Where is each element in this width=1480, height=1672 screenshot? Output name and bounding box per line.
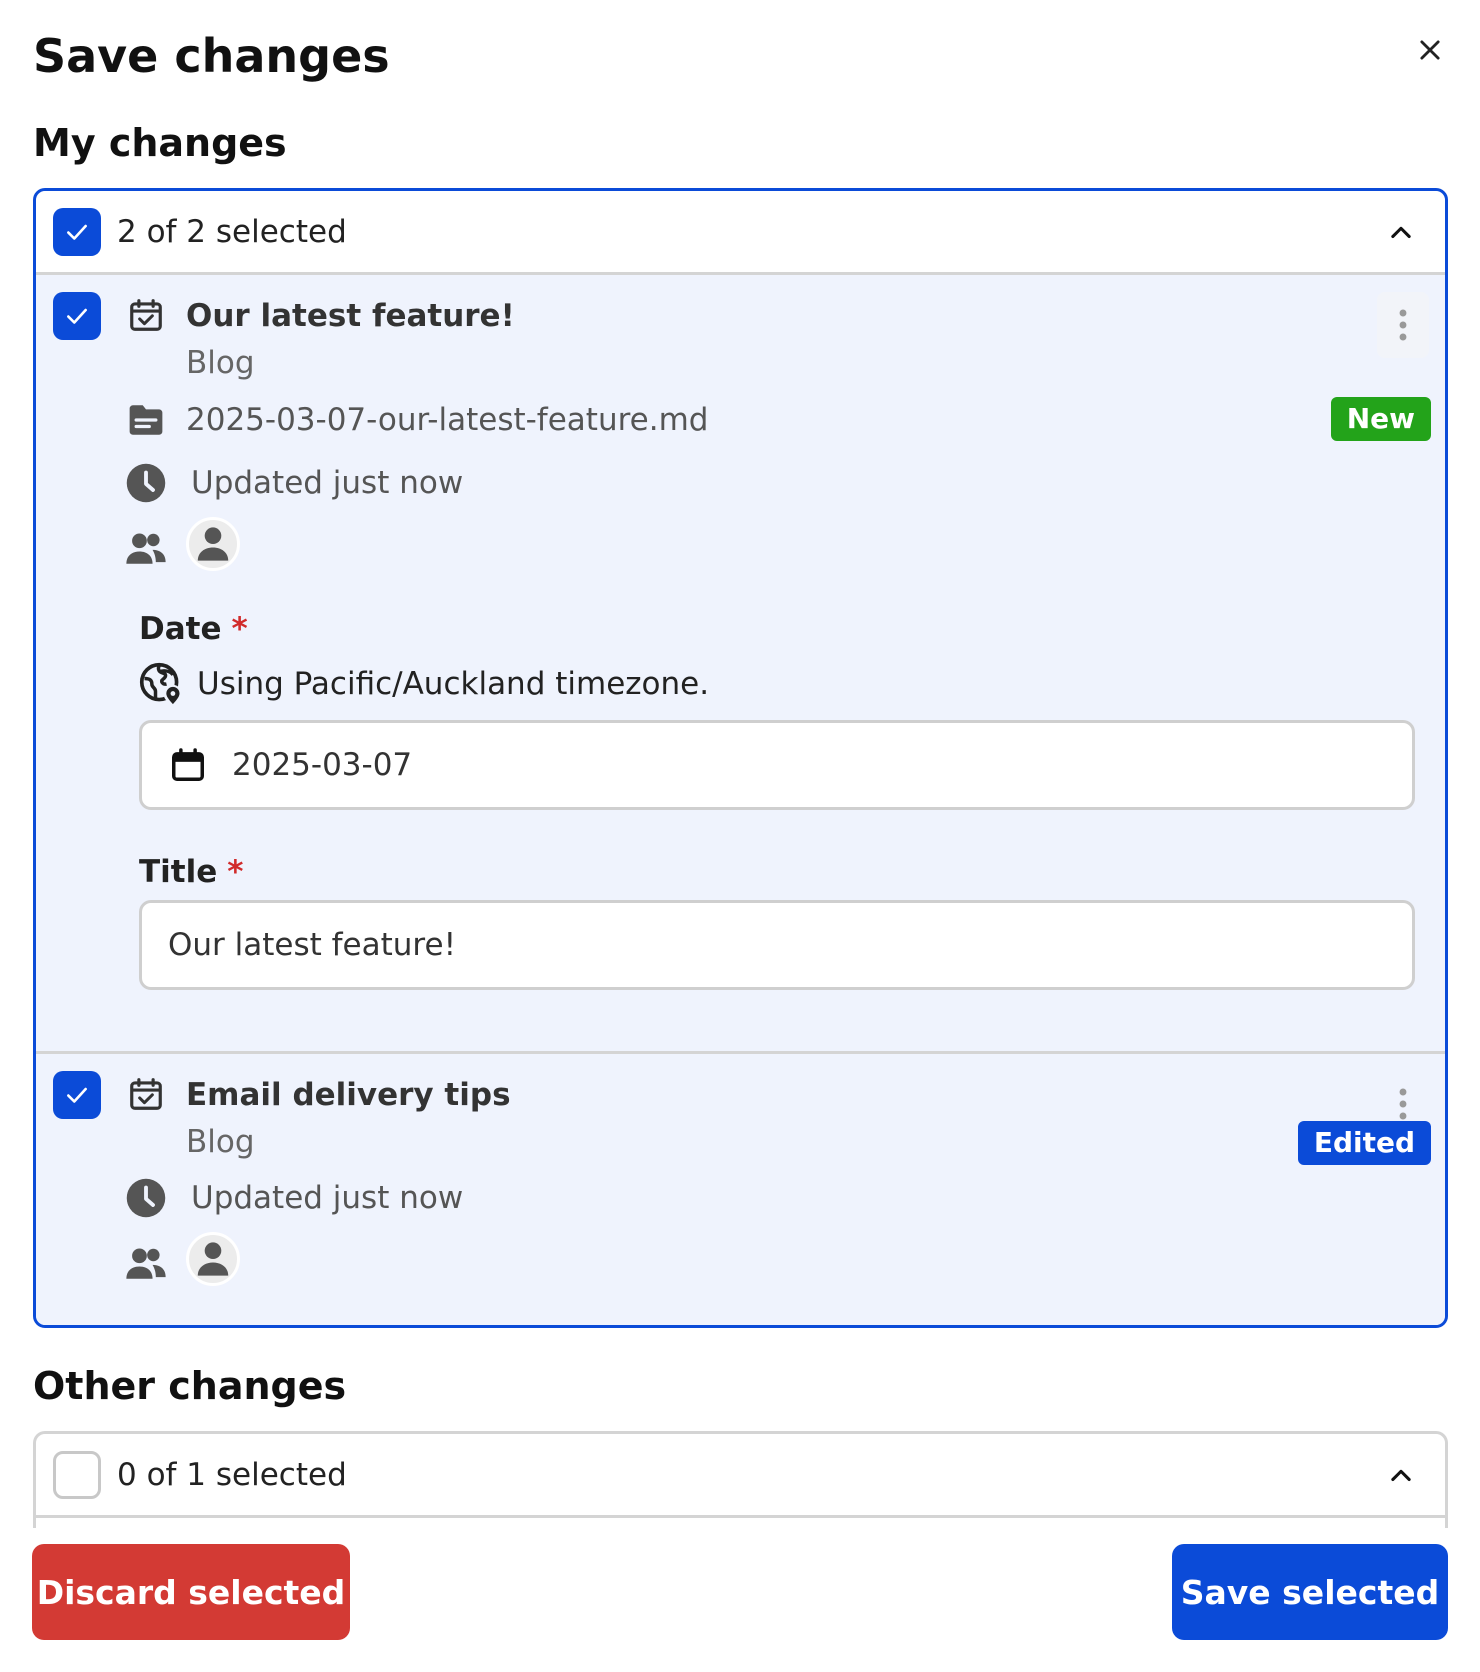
chevron-up-icon	[1391, 226, 1411, 239]
close-icon	[1420, 40, 1440, 60]
updated-text: Updated just now	[191, 465, 464, 501]
selection-count: 0 of 1 selected	[117, 1457, 347, 1493]
updated-text: Updated just now	[191, 1180, 464, 1216]
status-badge: New	[1330, 397, 1431, 441]
status-badge: Edited	[1297, 1121, 1431, 1165]
title-input[interactable]: Our latest feature!	[139, 900, 1415, 990]
date-input[interactable]: 2025-03-07	[139, 720, 1415, 810]
more-vertical-icon	[1399, 1088, 1407, 1120]
date-value: 2025-03-07	[232, 747, 413, 783]
chevron-up-icon	[1391, 1469, 1411, 1482]
title-label-text: Title	[139, 854, 218, 890]
dialog-title: Save changes	[33, 29, 390, 83]
item-title[interactable]: Our latest feature!	[186, 295, 515, 337]
contributors-icon	[124, 1242, 168, 1286]
collapse-toggle[interactable]	[1381, 1456, 1421, 1496]
select-all-checkbox[interactable]	[53, 208, 101, 256]
contributors-icon	[124, 527, 168, 571]
discard-selected-button[interactable]: Discard selected	[32, 1544, 350, 1640]
collapse-toggle[interactable]	[1381, 213, 1421, 253]
item-collection: Blog	[186, 1124, 255, 1160]
calendar-icon	[168, 745, 208, 785]
timezone-note: Using Pacific/Auckland timezone.	[139, 662, 709, 706]
globe-location-icon	[139, 662, 183, 705]
date-field-label: Date *	[139, 608, 248, 650]
calendar-check-icon	[126, 295, 166, 335]
date-label-text: Date	[139, 611, 222, 647]
dialog-body: Save changes My changes 2 of 2 selected …	[0, 0, 1480, 1528]
file-icon	[124, 398, 168, 442]
avatar	[186, 1232, 240, 1286]
other-changes-group-header[interactable]: 0 of 1 selected	[36, 1434, 1445, 1518]
close-button[interactable]	[1410, 30, 1450, 70]
selection-count: 2 of 2 selected	[117, 214, 347, 250]
check-icon	[67, 224, 87, 240]
clock-icon	[124, 1176, 168, 1220]
item-title[interactable]: Email delivery tips	[186, 1074, 511, 1116]
calendar-check-icon	[126, 1074, 166, 1114]
change-item: Email delivery tips Blog Edited Updated …	[36, 1051, 1445, 1325]
dialog-footer: Discard selected Save selected	[0, 1528, 1480, 1672]
my-changes-group-header[interactable]: 2 of 2 selected	[36, 191, 1445, 275]
required-mark: *	[231, 611, 248, 647]
user-icon	[197, 527, 229, 561]
item-checkbox[interactable]	[53, 292, 101, 340]
other-changes-group: 0 of 1 selected	[33, 1431, 1448, 1528]
more-vertical-icon	[1399, 309, 1407, 341]
check-icon	[67, 1087, 87, 1103]
item-checkbox[interactable]	[53, 1071, 101, 1119]
required-mark: *	[227, 854, 244, 890]
avatar	[186, 517, 240, 571]
timezone-text: Using Pacific/Auckland timezone.	[197, 666, 710, 702]
other-changes-heading: Other changes	[33, 1364, 347, 1408]
my-changes-group: 2 of 2 selected Our latest feature! Blog…	[33, 188, 1448, 1328]
change-item: Our latest feature! Blog 2025-03-07-our-…	[36, 275, 1445, 1051]
save-selected-button[interactable]: Save selected	[1172, 1544, 1448, 1640]
select-all-checkbox[interactable]	[53, 1451, 101, 1499]
check-icon	[67, 308, 87, 324]
user-icon	[197, 1242, 229, 1276]
clock-icon	[124, 461, 168, 505]
item-collection: Blog	[186, 345, 255, 381]
item-filename: 2025-03-07-our-latest-feature.md	[186, 402, 709, 438]
title-value: Our latest feature!	[168, 927, 456, 963]
my-changes-heading: My changes	[33, 121, 287, 165]
more-options-button[interactable]	[1377, 292, 1429, 358]
title-field-label: Title *	[139, 851, 243, 893]
